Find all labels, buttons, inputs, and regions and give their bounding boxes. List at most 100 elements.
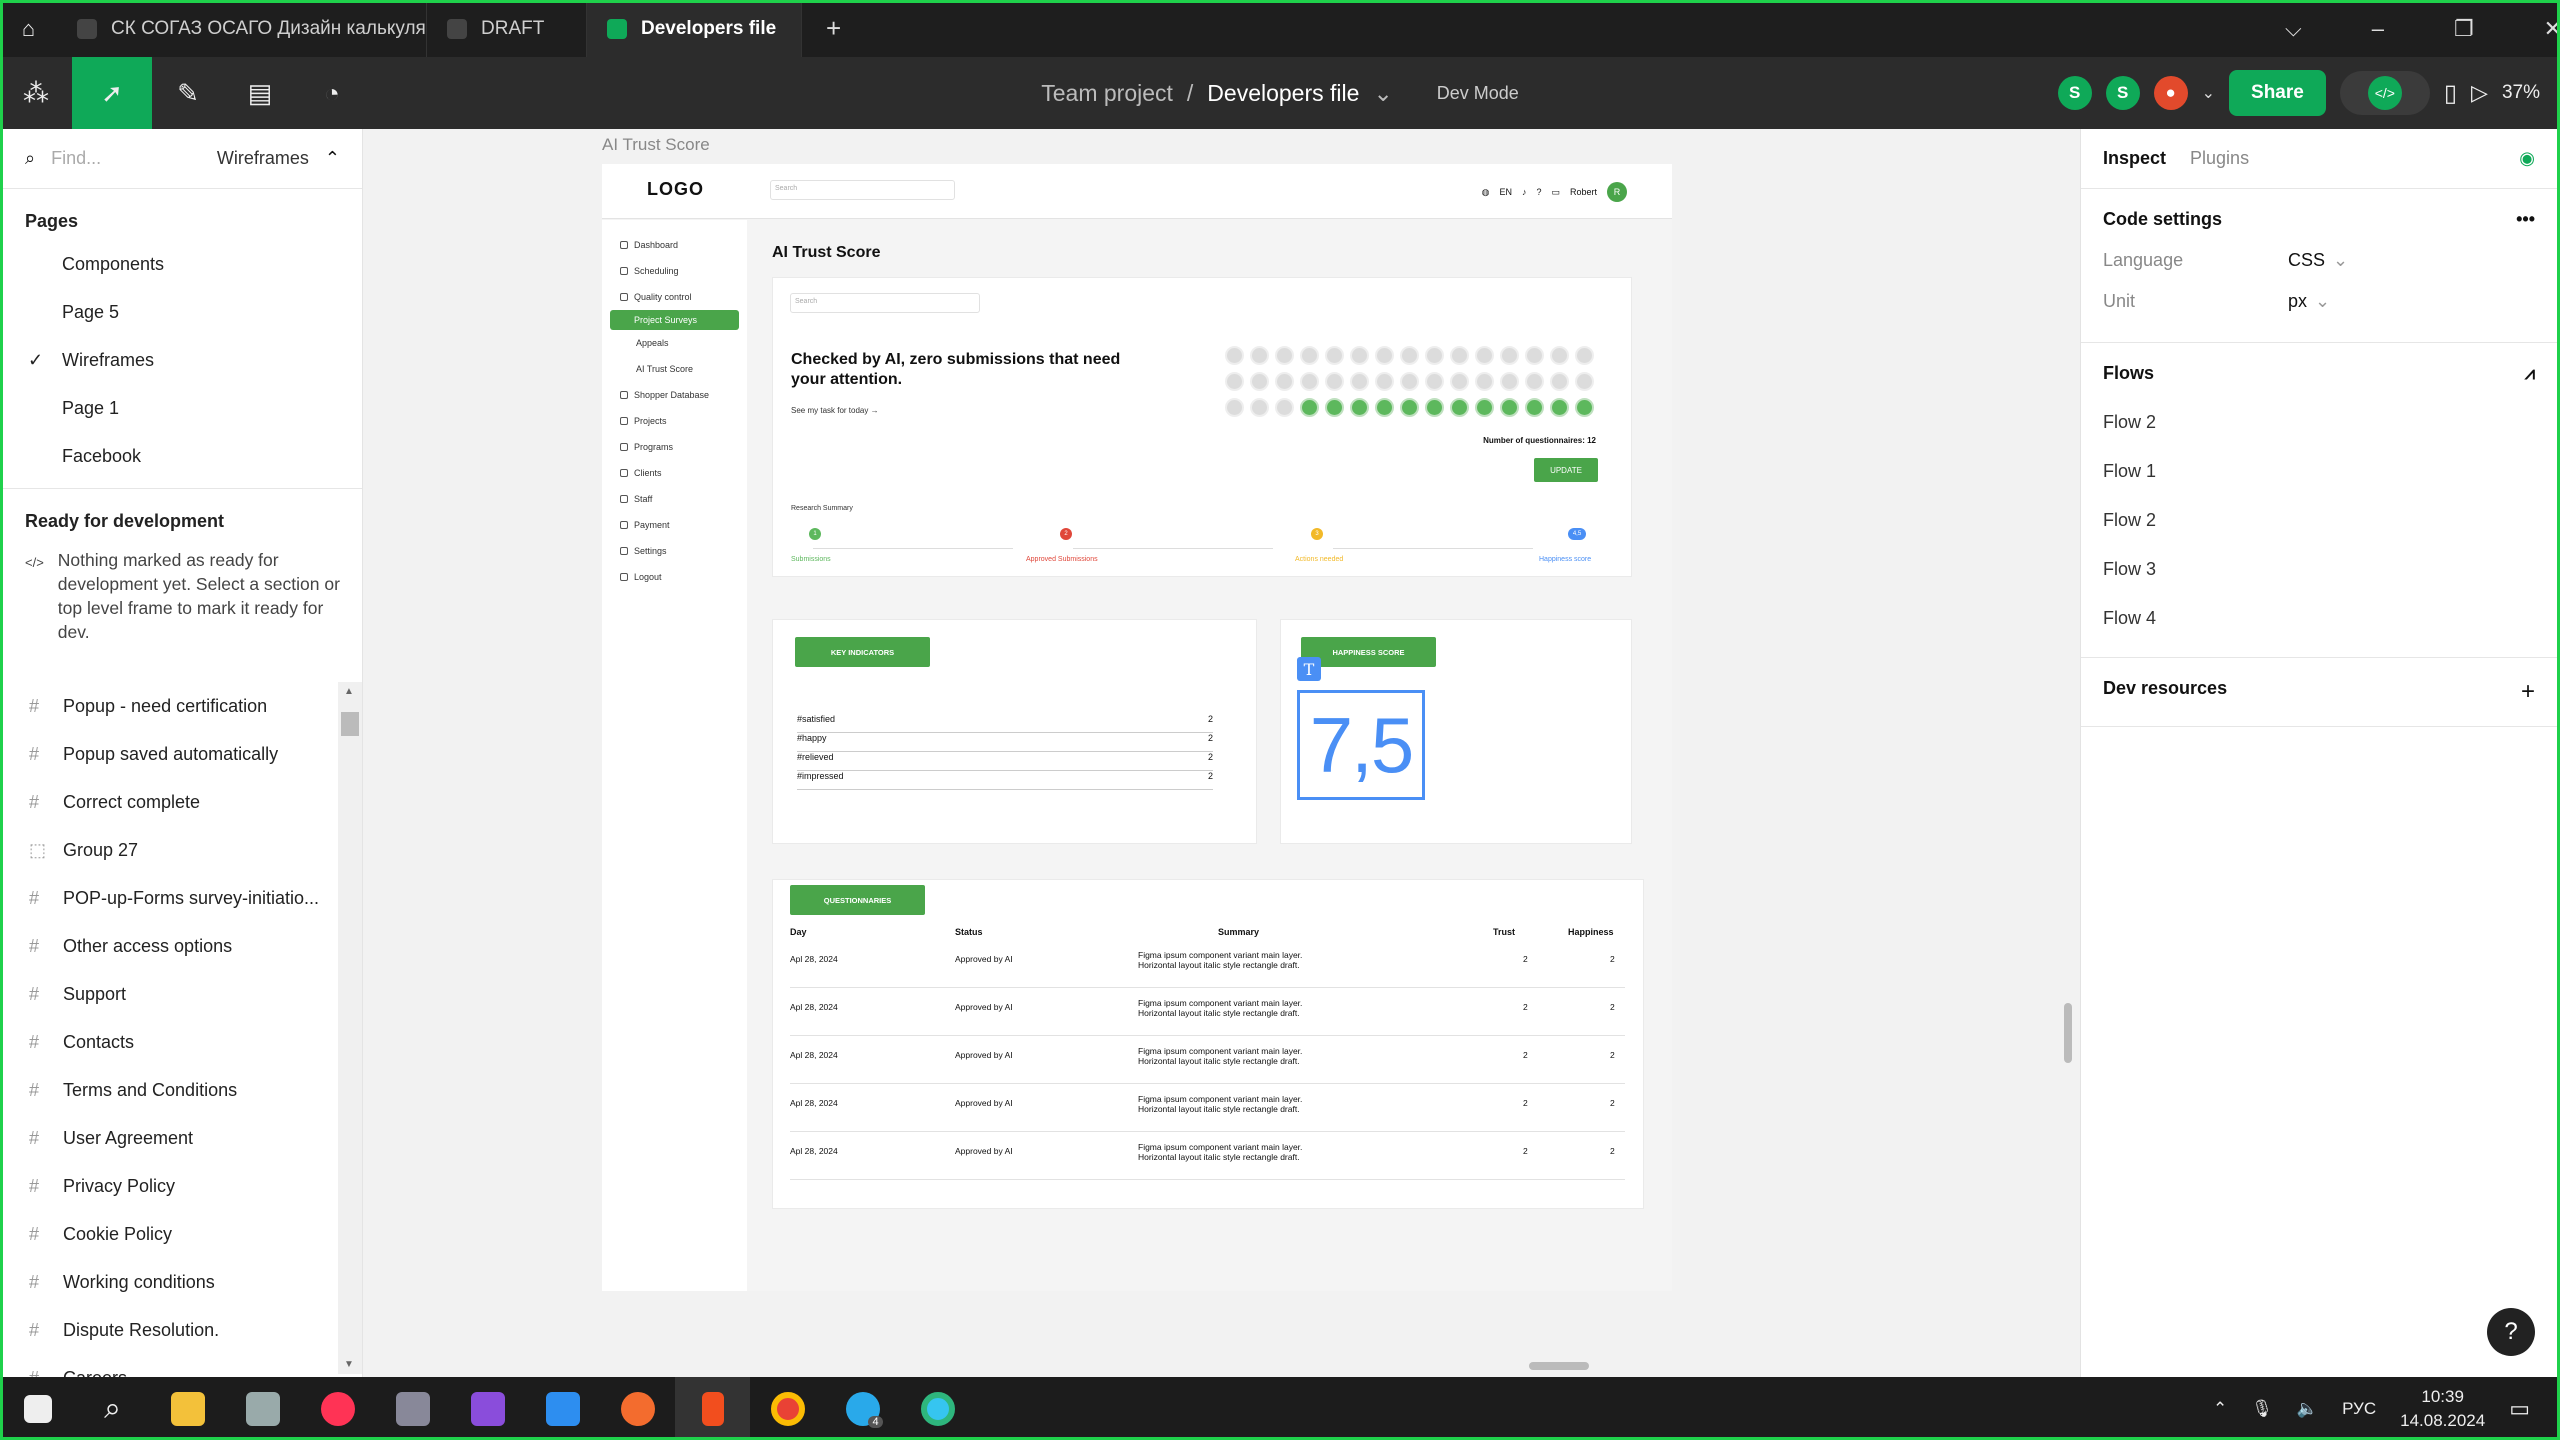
- tab-developers-file[interactable]: Developers file×: [587, 0, 802, 57]
- happiness-score-button[interactable]: HAPPINESS SCORE: [1301, 637, 1436, 667]
- flow-item[interactable]: Flow 2: [2103, 412, 2535, 433]
- language-select[interactable]: CSS: [2288, 250, 2325, 271]
- collapse-icon[interactable]: ⩘: [2525, 363, 2535, 384]
- canvas-hscrollbar[interactable]: [1529, 1362, 1589, 1370]
- user-name[interactable]: Robert: [1570, 187, 1597, 197]
- card-search-input[interactable]: Search: [790, 293, 980, 313]
- calculator-icon[interactable]: [375, 1377, 450, 1440]
- layers-scrollbar[interactable]: ▲ ▼: [338, 682, 362, 1374]
- unit-select[interactable]: px: [2288, 291, 2307, 312]
- key-indicators-button[interactable]: KEY INDICATORS: [795, 637, 930, 667]
- layer-item[interactable]: # Dispute Resolution.: [3, 1306, 339, 1354]
- layer-item[interactable]: # POP-up-Forms survey-initiatio...: [3, 874, 339, 922]
- frame-nav-item[interactable]: Logout: [602, 564, 747, 590]
- avatar[interactable]: S: [2057, 76, 2092, 110]
- table-row[interactable]: Apl 28, 2024 Approved by AI Figma ipsum co…: [790, 988, 1625, 1036]
- search-icon[interactable]: ⌕: [75, 1377, 150, 1440]
- flow-item[interactable]: Flow 3: [2103, 559, 2535, 580]
- chevron-down-icon[interactable]: ⌵: [2285, 16, 2302, 42]
- figma-icon[interactable]: [675, 1377, 750, 1440]
- status-icon[interactable]: ◉: [2519, 148, 2535, 169]
- more-icon[interactable]: •••: [2516, 209, 2535, 230]
- chevron-down-icon[interactable]: ⌄: [2333, 250, 2348, 271]
- layer-item[interactable]: # Terms and Conditions: [3, 1066, 339, 1114]
- canvas-vscrollbar[interactable]: [2064, 1003, 2072, 1063]
- table-row[interactable]: Apl 28, 2024 Approved by AI Figma ipsum co…: [790, 1036, 1625, 1084]
- frame-nav-item[interactable]: Project Surveys: [610, 310, 739, 330]
- volume-icon[interactable]: 🔈: [2297, 1399, 2318, 1419]
- table-row[interactable]: Apl 28, 2024 Approved by AI Figma ipsum co…: [790, 1132, 1625, 1180]
- layer-item[interactable]: # Contacts: [3, 1018, 339, 1066]
- chevron-down-icon[interactable]: ⌄: [2315, 291, 2330, 312]
- flow-item[interactable]: Flow 4: [2103, 608, 2535, 629]
- search-input[interactable]: Find...: [51, 148, 201, 169]
- page-selector[interactable]: Wireframes: [217, 148, 309, 169]
- slack-icon[interactable]: [900, 1377, 975, 1440]
- happiness-score-value[interactable]: 7,5: [1297, 690, 1425, 800]
- tab-sogaz[interactable]: СК СОГАЗ ОСАГО Дизайн калькуля: [57, 0, 427, 57]
- frame-nav-item[interactable]: Programs: [602, 434, 747, 460]
- frame-nav-item[interactable]: Shopper Database: [602, 382, 747, 408]
- questionnaires-button[interactable]: QUESTIONNARIES: [790, 885, 925, 915]
- page-item[interactable]: Page 1: [3, 384, 362, 432]
- language-label[interactable]: EN: [1499, 187, 1512, 197]
- telegram-icon[interactable]: 4: [825, 1377, 900, 1440]
- chevron-up-icon[interactable]: ⌃: [2213, 1399, 2227, 1419]
- avatar[interactable]: S: [2105, 76, 2140, 110]
- layer-item[interactable]: # Privacy Policy: [3, 1162, 339, 1210]
- music-icon[interactable]: [300, 1377, 375, 1440]
- search-bar[interactable]: ⌕ Find... Wireframes ⌃: [3, 129, 362, 189]
- frame-nav-item[interactable]: Projects: [602, 408, 747, 434]
- update-button[interactable]: UPDATE: [1534, 458, 1598, 482]
- layer-item[interactable]: # Correct complete: [3, 778, 339, 826]
- scanner-icon[interactable]: [225, 1377, 300, 1440]
- layer-item[interactable]: # User Agreement: [3, 1114, 339, 1162]
- layer-item[interactable]: # Careers: [3, 1354, 339, 1378]
- frame-nav-item[interactable]: Payment: [602, 512, 747, 538]
- design-frame[interactable]: LOGO Search ◍ EN ♪? ▭ Robert R Dashboard Sc…: [602, 164, 1672, 1291]
- frame-search-input[interactable]: Search: [770, 180, 955, 200]
- new-tab-icon[interactable]: +: [826, 13, 841, 44]
- table-row[interactable]: Apl 28, 2024 Approved by AI Figma ipsum co…: [790, 940, 1625, 988]
- flow-item[interactable]: Flow 1: [2103, 461, 2535, 482]
- frame-nav-item[interactable]: Appeals: [602, 330, 747, 356]
- library-icon[interactable]: ▯: [2444, 79, 2457, 108]
- page-item[interactable]: Page 5: [3, 288, 362, 336]
- layer-item[interactable]: ⬚ Group 27: [3, 826, 339, 874]
- chrome-icon[interactable]: [750, 1377, 825, 1440]
- explorer-icon[interactable]: [150, 1377, 225, 1440]
- help-icon[interactable]: ?: [1536, 187, 1541, 197]
- frame-nav-item[interactable]: Settings: [602, 538, 747, 564]
- help-button[interactable]: ?: [2487, 1308, 2535, 1356]
- frame-nav-item[interactable]: Quality control: [602, 284, 747, 310]
- frame-nav-item[interactable]: Scheduling: [602, 258, 747, 284]
- minimize-icon[interactable]: –: [2372, 16, 2384, 42]
- table-row[interactable]: Apl 28, 2024 Approved by AI Figma ipsum co…: [790, 1084, 1625, 1132]
- zoom-level[interactable]: 37%: [2502, 82, 2540, 104]
- keyboard-language[interactable]: РУС: [2342, 1399, 2376, 1419]
- scroll-up-icon[interactable]: ▲: [344, 686, 354, 697]
- flow-item[interactable]: Flow 2: [2103, 510, 2535, 531]
- frame-nav-item[interactable]: Staff: [602, 486, 747, 512]
- tab-inspect[interactable]: Inspect: [2103, 148, 2166, 169]
- home-icon[interactable]: ⌂: [0, 0, 57, 57]
- chevron-up-icon[interactable]: ⌃: [325, 148, 340, 169]
- bell-icon[interactable]: ♪: [1522, 187, 1527, 197]
- chat-icon[interactable]: ▭: [1551, 187, 1560, 198]
- postman-icon[interactable]: [600, 1377, 675, 1440]
- close-window-icon[interactable]: ✕: [2544, 16, 2560, 42]
- layer-item[interactable]: # Other access options: [3, 922, 339, 970]
- layer-item[interactable]: # Cookie Policy: [3, 1210, 339, 1258]
- vscode-icon[interactable]: [525, 1377, 600, 1440]
- add-icon[interactable]: +: [2521, 678, 2535, 706]
- frame-nav-item[interactable]: AI Trust Score: [602, 356, 747, 382]
- tab-plugins[interactable]: Plugins: [2190, 148, 2249, 169]
- layer-item[interactable]: # Support: [3, 970, 339, 1018]
- comment-tool-icon[interactable]: ◔: [296, 57, 368, 129]
- measure-tool-icon[interactable]: ✎: [152, 57, 224, 129]
- scroll-thumb[interactable]: [341, 712, 359, 736]
- microphone-icon[interactable]: 🎙: [2251, 1399, 2273, 1419]
- frame-label[interactable]: AI Trust Score: [602, 135, 710, 155]
- tab-draft[interactable]: DRAFT: [427, 0, 587, 57]
- chevron-down-icon[interactable]: ⌄: [2202, 83, 2215, 103]
